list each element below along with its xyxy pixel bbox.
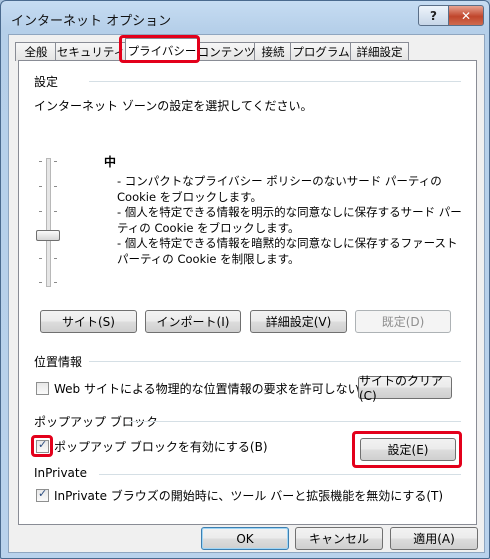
- ok-button[interactable]: OK: [201, 527, 289, 550]
- slider-tick: [54, 258, 57, 259]
- internet-options-window: インターネット オプション ? ✕ 全般 セキュリティ プライバシー コンテンツ…: [0, 0, 490, 559]
- help-button[interactable]: ?: [418, 5, 449, 26]
- cancel-button[interactable]: キャンセル: [295, 527, 383, 550]
- slider-tick: [54, 282, 57, 283]
- close-button[interactable]: ✕: [448, 5, 484, 26]
- tab-content[interactable]: コンテンツ: [197, 42, 256, 61]
- inprivate-checkbox-label[interactable]: InPrivate ブラウズの開始時に、ツール バーと拡張機能を無効にする(T): [54, 487, 443, 504]
- location-header: 位置情報: [34, 355, 83, 369]
- import-button[interactable]: インポート(I): [145, 310, 241, 333]
- description-line: - 個人を特定できる情報を明示的な同意なしに保存するサード パーティの Cook…: [117, 205, 462, 235]
- slider-tick: [54, 161, 57, 162]
- popup-divider: [129, 421, 461, 422]
- tab-security[interactable]: セキュリティ: [55, 42, 127, 61]
- dialog-client-area: 全般 セキュリティ プライバシー コンテンツ 接続 プログラム 詳細設定 設定 …: [8, 34, 485, 553]
- slider-tick: [39, 282, 42, 283]
- slider-tick: [39, 258, 42, 259]
- apply-button[interactable]: 適用(A): [390, 527, 478, 550]
- slider-tick: [54, 186, 57, 187]
- location-checkbox-label[interactable]: Web サイトによる物理的な位置情報の要求を許可しない(L): [54, 380, 376, 397]
- popup-checkbox-label[interactable]: ポップアップ ブロックを有効にする(B): [54, 438, 268, 455]
- slider-tick: [54, 211, 57, 212]
- tab-connections[interactable]: 接続: [254, 42, 292, 61]
- slider-tick: [39, 186, 42, 187]
- slider-track: [46, 158, 51, 287]
- location-divider: [89, 361, 461, 362]
- tab-advanced[interactable]: 詳細設定: [350, 42, 409, 61]
- sites-button[interactable]: サイト(S): [40, 310, 137, 333]
- settings-instruction: インターネット ゾーンの設定を選択してください。: [34, 99, 313, 113]
- settings-divider: [89, 81, 461, 82]
- settings-header: 設定: [34, 75, 59, 89]
- window-title: インターネット オプション: [11, 14, 172, 29]
- inprivate-checkbox[interactable]: [36, 487, 49, 502]
- slider-thumb[interactable]: [36, 230, 60, 241]
- inprivate-divider: [99, 474, 461, 475]
- advanced-button[interactable]: 詳細設定(V): [250, 310, 347, 333]
- privacy-level-description: - コンパクトなプライバシー ポリシーのないサード パーティの Cookie を…: [117, 174, 462, 267]
- location-checkbox[interactable]: [36, 382, 49, 395]
- privacy-level-label: 中: [104, 155, 117, 169]
- popup-settings-button[interactable]: 設定(E): [360, 438, 456, 461]
- clear-sites-button[interactable]: サイトのクリア(C): [358, 374, 452, 403]
- title-bar[interactable]: インターネット オプション ? ✕: [1, 1, 489, 35]
- slider-tick: [39, 211, 42, 212]
- slider-tick: [39, 161, 42, 162]
- tab-general[interactable]: 全般: [15, 42, 57, 61]
- description-line: - コンパクトなプライバシー ポリシーのないサード パーティの Cookie を…: [117, 174, 442, 204]
- tab-privacy[interactable]: プライバシー: [125, 38, 199, 62]
- default-button[interactable]: 既定(D): [355, 310, 451, 333]
- privacy-tab-panel: 設定 インターネット ゾーンの設定を選択してください。 中 - コンパクトなプラ…: [18, 60, 477, 525]
- tab-programs[interactable]: プログラム: [290, 42, 352, 61]
- popup-checkbox[interactable]: [36, 438, 49, 453]
- description-line: - 個人を特定できる情報を暗黙的な同意なしに保存するファースト パーティの Co…: [117, 236, 458, 266]
- inprivate-header: InPrivate: [34, 466, 87, 480]
